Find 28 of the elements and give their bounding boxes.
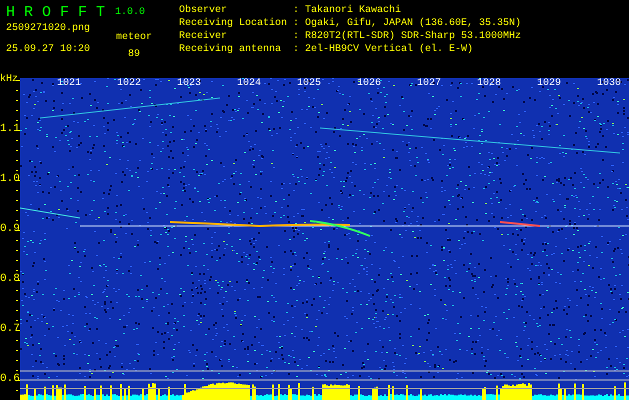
x-axis-label: 1025 (297, 79, 322, 89)
x-axis-label: 1023 (177, 79, 202, 89)
info-value: : 2el-HB9CV Vertical (el. E-W) (293, 45, 474, 55)
axis-unit: kHz (0, 75, 18, 85)
info-label: Receiving Location (179, 19, 288, 29)
y-axis-label: 0.8 (0, 274, 20, 285)
file-name: 2509271020.png (6, 24, 92, 34)
y-axis-label: 0.9 (0, 224, 20, 235)
info-value: : R820T2(RTL-SDR) SDR-Sharp 53.1000MHz (293, 32, 522, 42)
x-axis-label: 1029 (537, 79, 562, 89)
x-axis-label: 1022 (117, 79, 142, 89)
info-value: : Ogaki, Gifu, JAPAN (136.60E, 35.35N) (293, 19, 522, 29)
x-axis-label: 1027 (417, 79, 442, 89)
info-label: Receiver (179, 32, 228, 42)
info-label: Receiving antenna (179, 45, 282, 55)
app-title: H R O F F T (6, 5, 106, 20)
timestamp: 25.09.27 10:20 (6, 45, 92, 55)
x-axis-label: 1026 (357, 79, 382, 89)
info-label: Observer (179, 6, 228, 16)
x-axis-label: 1024 (237, 79, 262, 89)
x-axis-label: 1021 (57, 79, 82, 89)
x-axis-label: 1030 (597, 79, 622, 89)
y-axis-label: 0.7 (0, 324, 20, 335)
version-label: 1.0.0 (115, 8, 146, 18)
mode-label: meteor (116, 33, 152, 43)
meteor-count: 89 (128, 50, 140, 60)
info-value: : Takanori Kawachi (293, 6, 402, 16)
x-axis-label: 1028 (477, 79, 502, 89)
